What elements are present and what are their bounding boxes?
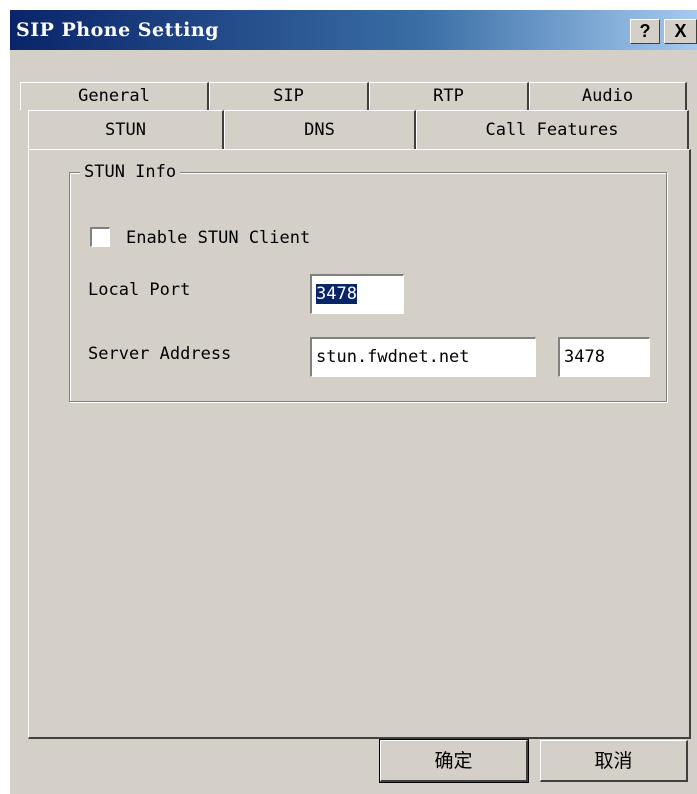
- stun-tab-panel: STUN Info Enable STUN Client Local Port …: [28, 149, 691, 739]
- ok-button[interactable]: 确定: [379, 739, 529, 783]
- tab-call-features[interactable]: Call Features: [416, 110, 689, 150]
- enable-stun-checkbox[interactable]: [90, 227, 110, 247]
- server-address-field[interactable]: stun.fwdnet.net: [310, 337, 536, 377]
- local-port-value: 3478: [316, 284, 357, 304]
- window-title: SIP Phone Setting: [16, 19, 219, 41]
- tab-stun[interactable]: STUN: [28, 110, 224, 150]
- tab-dns[interactable]: DNS: [224, 110, 416, 150]
- server-address-label: Server Address: [88, 344, 232, 364]
- tab-audio[interactable]: Audio: [529, 82, 687, 110]
- tab-general[interactable]: General: [20, 82, 209, 110]
- cancel-button[interactable]: 取消: [540, 740, 688, 782]
- tab-sip[interactable]: SIP: [209, 82, 369, 110]
- close-icon[interactable]: X: [664, 19, 697, 44]
- title-bar[interactable]: SIP Phone Setting ? X: [10, 10, 697, 50]
- enable-stun-label: Enable STUN Client: [126, 228, 311, 248]
- server-port-field[interactable]: 3478: [558, 337, 650, 377]
- local-port-field[interactable]: 3478: [310, 274, 404, 314]
- sip-phone-setting-dialog: SIP Phone Setting ? X General SIP RTP Au…: [10, 10, 697, 794]
- help-icon[interactable]: ?: [630, 19, 660, 44]
- stun-info-group: STUN Info Enable STUN Client Local Port …: [69, 161, 667, 402]
- local-port-label: Local Port: [88, 280, 191, 300]
- stun-info-group-title: STUN Info: [80, 161, 181, 183]
- tab-rtp[interactable]: RTP: [369, 82, 529, 110]
